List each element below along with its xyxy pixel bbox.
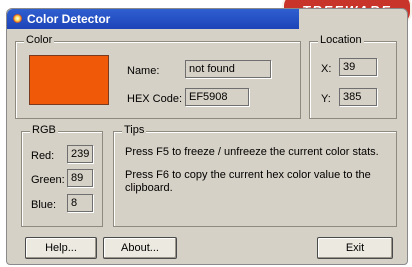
x-field[interactable]: 39 (339, 58, 377, 76)
tips-group-label: Tips (122, 124, 147, 136)
color-group-label: Color (24, 34, 55, 46)
color-detector-window: Color Detector Color Name: not found HEX… (6, 8, 408, 265)
window-title: Color Detector (27, 12, 111, 26)
red-field[interactable]: 239 (67, 145, 93, 163)
name-label: Name: (127, 65, 160, 77)
title-bar[interactable]: Color Detector (7, 9, 299, 29)
location-group-label: Location (318, 34, 364, 46)
exit-button[interactable]: Exit (317, 237, 393, 259)
tip-freeze: Press F5 to freeze / unfreeze the curren… (125, 146, 379, 158)
app-icon (13, 14, 22, 23)
name-field[interactable]: not found (185, 60, 271, 78)
help-button[interactable]: Help... (25, 237, 97, 259)
x-label: X: (321, 63, 332, 75)
y-field[interactable]: 385 (339, 88, 377, 106)
tip-copy: Press F6 to copy the current hex color v… (125, 169, 371, 194)
y-label: Y: (321, 93, 331, 105)
hex-field[interactable]: EF5908 (185, 88, 249, 106)
green-label: Green: (31, 174, 65, 186)
rgb-group-label: RGB (30, 124, 58, 136)
blue-label: Blue: (31, 199, 57, 211)
blue-field[interactable]: 8 (67, 194, 93, 212)
hex-label: HEX Code: (127, 93, 183, 105)
red-label: Red: (31, 150, 55, 162)
green-field[interactable]: 89 (67, 169, 93, 187)
color-swatch (29, 55, 109, 105)
about-button[interactable]: About... (103, 237, 177, 259)
location-group: Location (309, 34, 397, 119)
